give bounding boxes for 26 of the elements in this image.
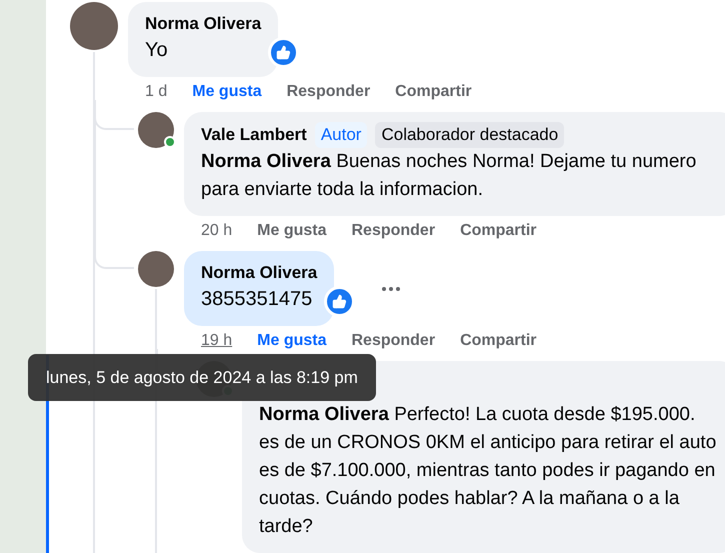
comment-action[interactable]: Compartir xyxy=(460,219,537,243)
author-name[interactable]: Norma Olivera xyxy=(201,261,318,285)
thread-connector-line xyxy=(94,100,134,130)
avatar[interactable] xyxy=(138,251,174,287)
comment-text: Yo xyxy=(145,38,169,63)
timestamp-link[interactable]: 20 h xyxy=(201,219,232,243)
timestamp-link[interactable]: 1 d xyxy=(145,80,168,104)
comment-action[interactable]: Responder xyxy=(351,329,436,353)
author-badge: Autor xyxy=(314,122,368,148)
comment-action[interactable]: Responder xyxy=(351,219,436,243)
author-name[interactable]: Vale Lambert xyxy=(201,123,307,147)
comment-action[interactable]: Responder xyxy=(286,80,370,104)
comment-text: Norma Olivera Buenas noches Norma! Dejame tu numero para enviarte toda la informacion. xyxy=(201,150,698,202)
author-badge: Colaborador destacado xyxy=(375,122,564,148)
comment-action[interactable]: Compartir xyxy=(460,329,537,353)
avatar[interactable] xyxy=(138,112,174,148)
comment-text: Norma Olivera Perfecto! La cuota desde $195.000. es de un CRONOS 0KM el anticipo para retirar el auto es de $7.100.000, mientras tanto podes ir pagando en cuotas. Cuándo podes hablar? A la mañana o a la tarde? xyxy=(259,403,718,539)
avatar[interactable] xyxy=(70,2,118,50)
comment-action[interactable]: Compartir xyxy=(395,80,472,104)
author-name[interactable]: Norma Olivera xyxy=(145,12,262,36)
comment-action[interactable]: Me gusta xyxy=(257,219,326,243)
comment-text: 3855351475 xyxy=(201,287,314,312)
date-tooltip: lunes, 5 de agosto de 2024 a las 8:19 pm xyxy=(28,354,376,401)
timestamp-link[interactable]: 19 h xyxy=(201,329,232,353)
comment-action[interactable]: Me gusta xyxy=(192,80,262,104)
comment-action[interactable]: Me gusta xyxy=(257,329,326,353)
